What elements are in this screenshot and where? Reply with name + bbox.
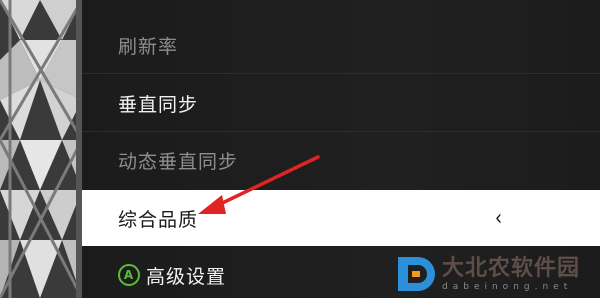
menu-item-label: 动态垂直同步 bbox=[118, 150, 239, 173]
watermark: 大北农软件园 dabeinong.net bbox=[396, 250, 600, 298]
divider bbox=[82, 73, 600, 74]
watermark-url: dabeinong.net bbox=[442, 282, 573, 292]
watermark-logo-icon bbox=[398, 257, 435, 291]
watermark-brand: 大北农软件园 bbox=[442, 255, 581, 281]
menu-item-label: 高级设置 bbox=[146, 265, 227, 288]
divider bbox=[82, 131, 600, 132]
menu-item-dynamic-vsync[interactable]: 动态垂直同步 bbox=[82, 137, 600, 183]
menu-item-vsync[interactable]: 垂直同步 bbox=[82, 80, 600, 126]
menu-item-label: 刷新率 bbox=[118, 35, 179, 58]
selector-caret-icon: ‹ bbox=[494, 205, 503, 231]
menu-item-label: 垂直同步 bbox=[118, 93, 199, 116]
menu-item-label: 综合品质 bbox=[118, 208, 199, 231]
decorative-background bbox=[0, 0, 82, 298]
menu-item-overall-quality[interactable]: 综合品质 ‹ bbox=[82, 190, 600, 246]
menu-item-refresh-rate[interactable]: 刷新率 bbox=[82, 22, 600, 68]
a-button-icon: A bbox=[118, 264, 140, 286]
